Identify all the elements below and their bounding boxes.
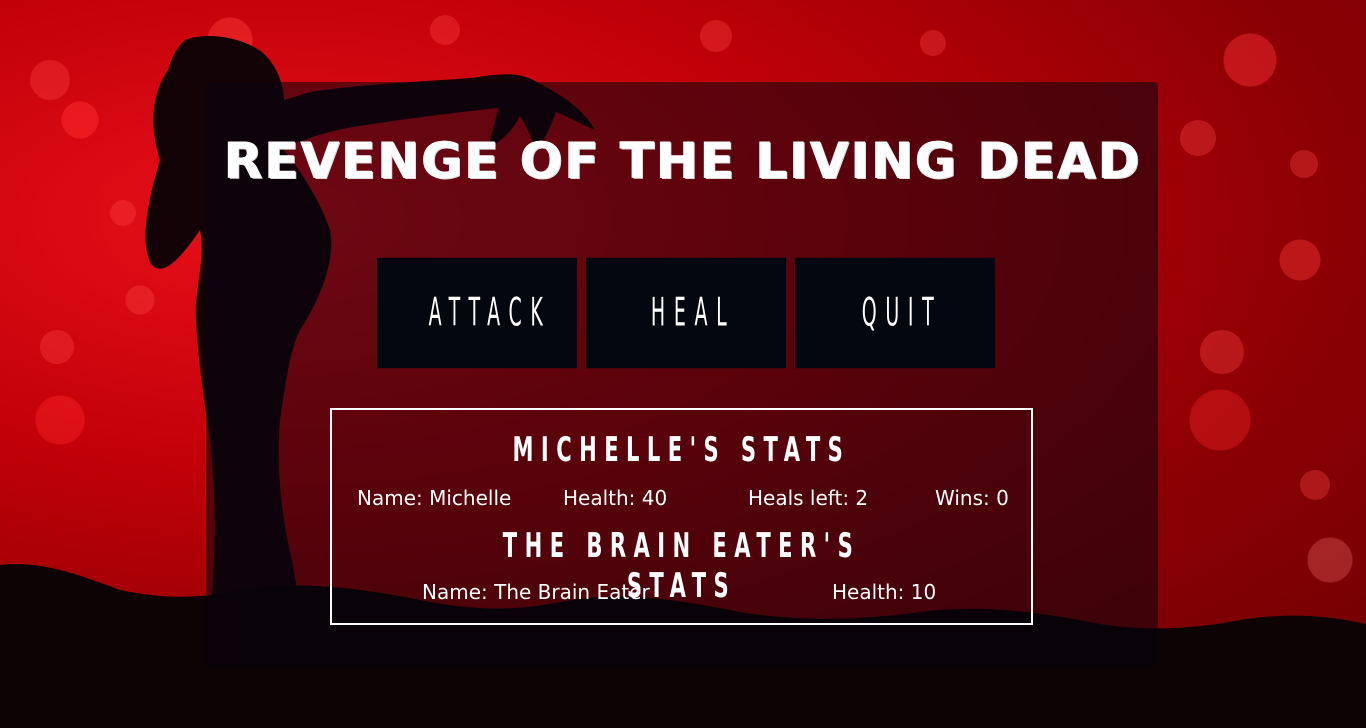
quit-button[interactable]: QUIT [795,257,995,369]
stats-box: Michelle's Stats Name: Michelle Health: … [330,408,1033,625]
player-name: Name: Michelle [357,486,512,510]
action-bar: ATTACK HEAL QUIT [377,257,995,369]
player-heals-left: Heals left: 2 [748,486,869,510]
player-health: Health: 40 [563,486,668,510]
attack-button[interactable]: ATTACK [377,257,577,369]
attack-button-label: ATTACK [428,290,552,336]
game-title: Revenge of the Living Dead [224,132,1142,190]
game-scene: Revenge of the Living Dead ATTACK HEAL Q… [0,0,1366,728]
heal-button[interactable]: HEAL [586,257,786,369]
quit-button-label: QUIT [861,290,943,336]
player-wins: Wins: 0 [935,486,1009,510]
enemy-health: Health: 10 [832,580,937,604]
enemy-name: Name: The Brain Eater [422,580,650,604]
player-stats-heading-text: Michelle's Stats [512,430,851,470]
heal-button-label: HEAL [650,290,736,336]
player-stats-heading: Michelle's Stats [332,430,1031,470]
